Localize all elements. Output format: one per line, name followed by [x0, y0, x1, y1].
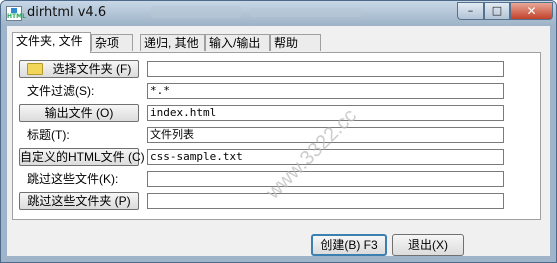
title-field[interactable]: 文件列表 — [147, 127, 504, 143]
title-label: 标题(T): — [27, 128, 70, 142]
tab-recursion-other[interactable]: 递归, 其他 — [140, 34, 205, 51]
create-button[interactable]: 创建(B) F3 — [311, 234, 387, 256]
tab-input-output[interactable]: 输入/输出 — [205, 34, 270, 51]
folder-icon — [26, 62, 43, 75]
tab-panel: 选择文件夹 (F) 文件过滤(S): *.* 输出文件 (O) index.ht… — [12, 52, 541, 220]
title-bar[interactable]: HTML dirhtml v4.6 – □ ✕ — [1, 1, 556, 25]
close-button[interactable]: ✕ — [510, 2, 553, 20]
skip-folders-field[interactable] — [147, 193, 504, 209]
blurred-background — [251, 8, 361, 17]
output-file-field[interactable]: index.html — [147, 105, 504, 121]
custom-html-button[interactable]: 自定义的HTML文件 (C) — [19, 148, 145, 166]
window-title: dirhtml v4.6 — [27, 5, 107, 20]
app-window: HTML dirhtml v4.6 – □ ✕ 文件夹, 文件 杂项 递归, 其… — [0, 0, 557, 263]
blurred-background — [151, 6, 241, 18]
tab-help[interactable]: 帮助 — [270, 34, 321, 51]
folder-path-field[interactable] — [147, 61, 504, 77]
file-filter-label: 文件过滤(S): — [27, 84, 95, 98]
tab-misc[interactable]: 杂项 — [91, 34, 133, 51]
select-folder-button[interactable]: 选择文件夹 (F) — [19, 60, 139, 78]
select-folder-label: 选择文件夹 (F) — [52, 62, 132, 76]
output-file-button[interactable]: 输出文件 (O) — [19, 104, 139, 122]
skip-folders-button[interactable]: 跳过这些文件夹 (P) — [19, 192, 139, 210]
minimize-button[interactable]: – — [457, 2, 484, 20]
exit-button[interactable]: 退出(X) — [392, 234, 464, 256]
app-icon-text: HTML — [7, 13, 26, 20]
custom-html-field[interactable]: css-sample.txt — [147, 149, 504, 165]
app-icon[interactable]: HTML — [6, 6, 26, 21]
skip-files-field[interactable] — [147, 171, 504, 187]
maximize-button[interactable]: □ — [484, 2, 510, 20]
client-area: 文件夹, 文件 杂项 递归, 其他 输入/输出 帮助 选择文件夹 (F) 文件过… — [7, 26, 550, 256]
skip-files-label: 跳过这些文件(K): — [27, 172, 119, 186]
file-filter-field[interactable]: *.* — [147, 83, 504, 99]
tab-folders-files[interactable]: 文件夹, 文件 — [12, 32, 91, 53]
